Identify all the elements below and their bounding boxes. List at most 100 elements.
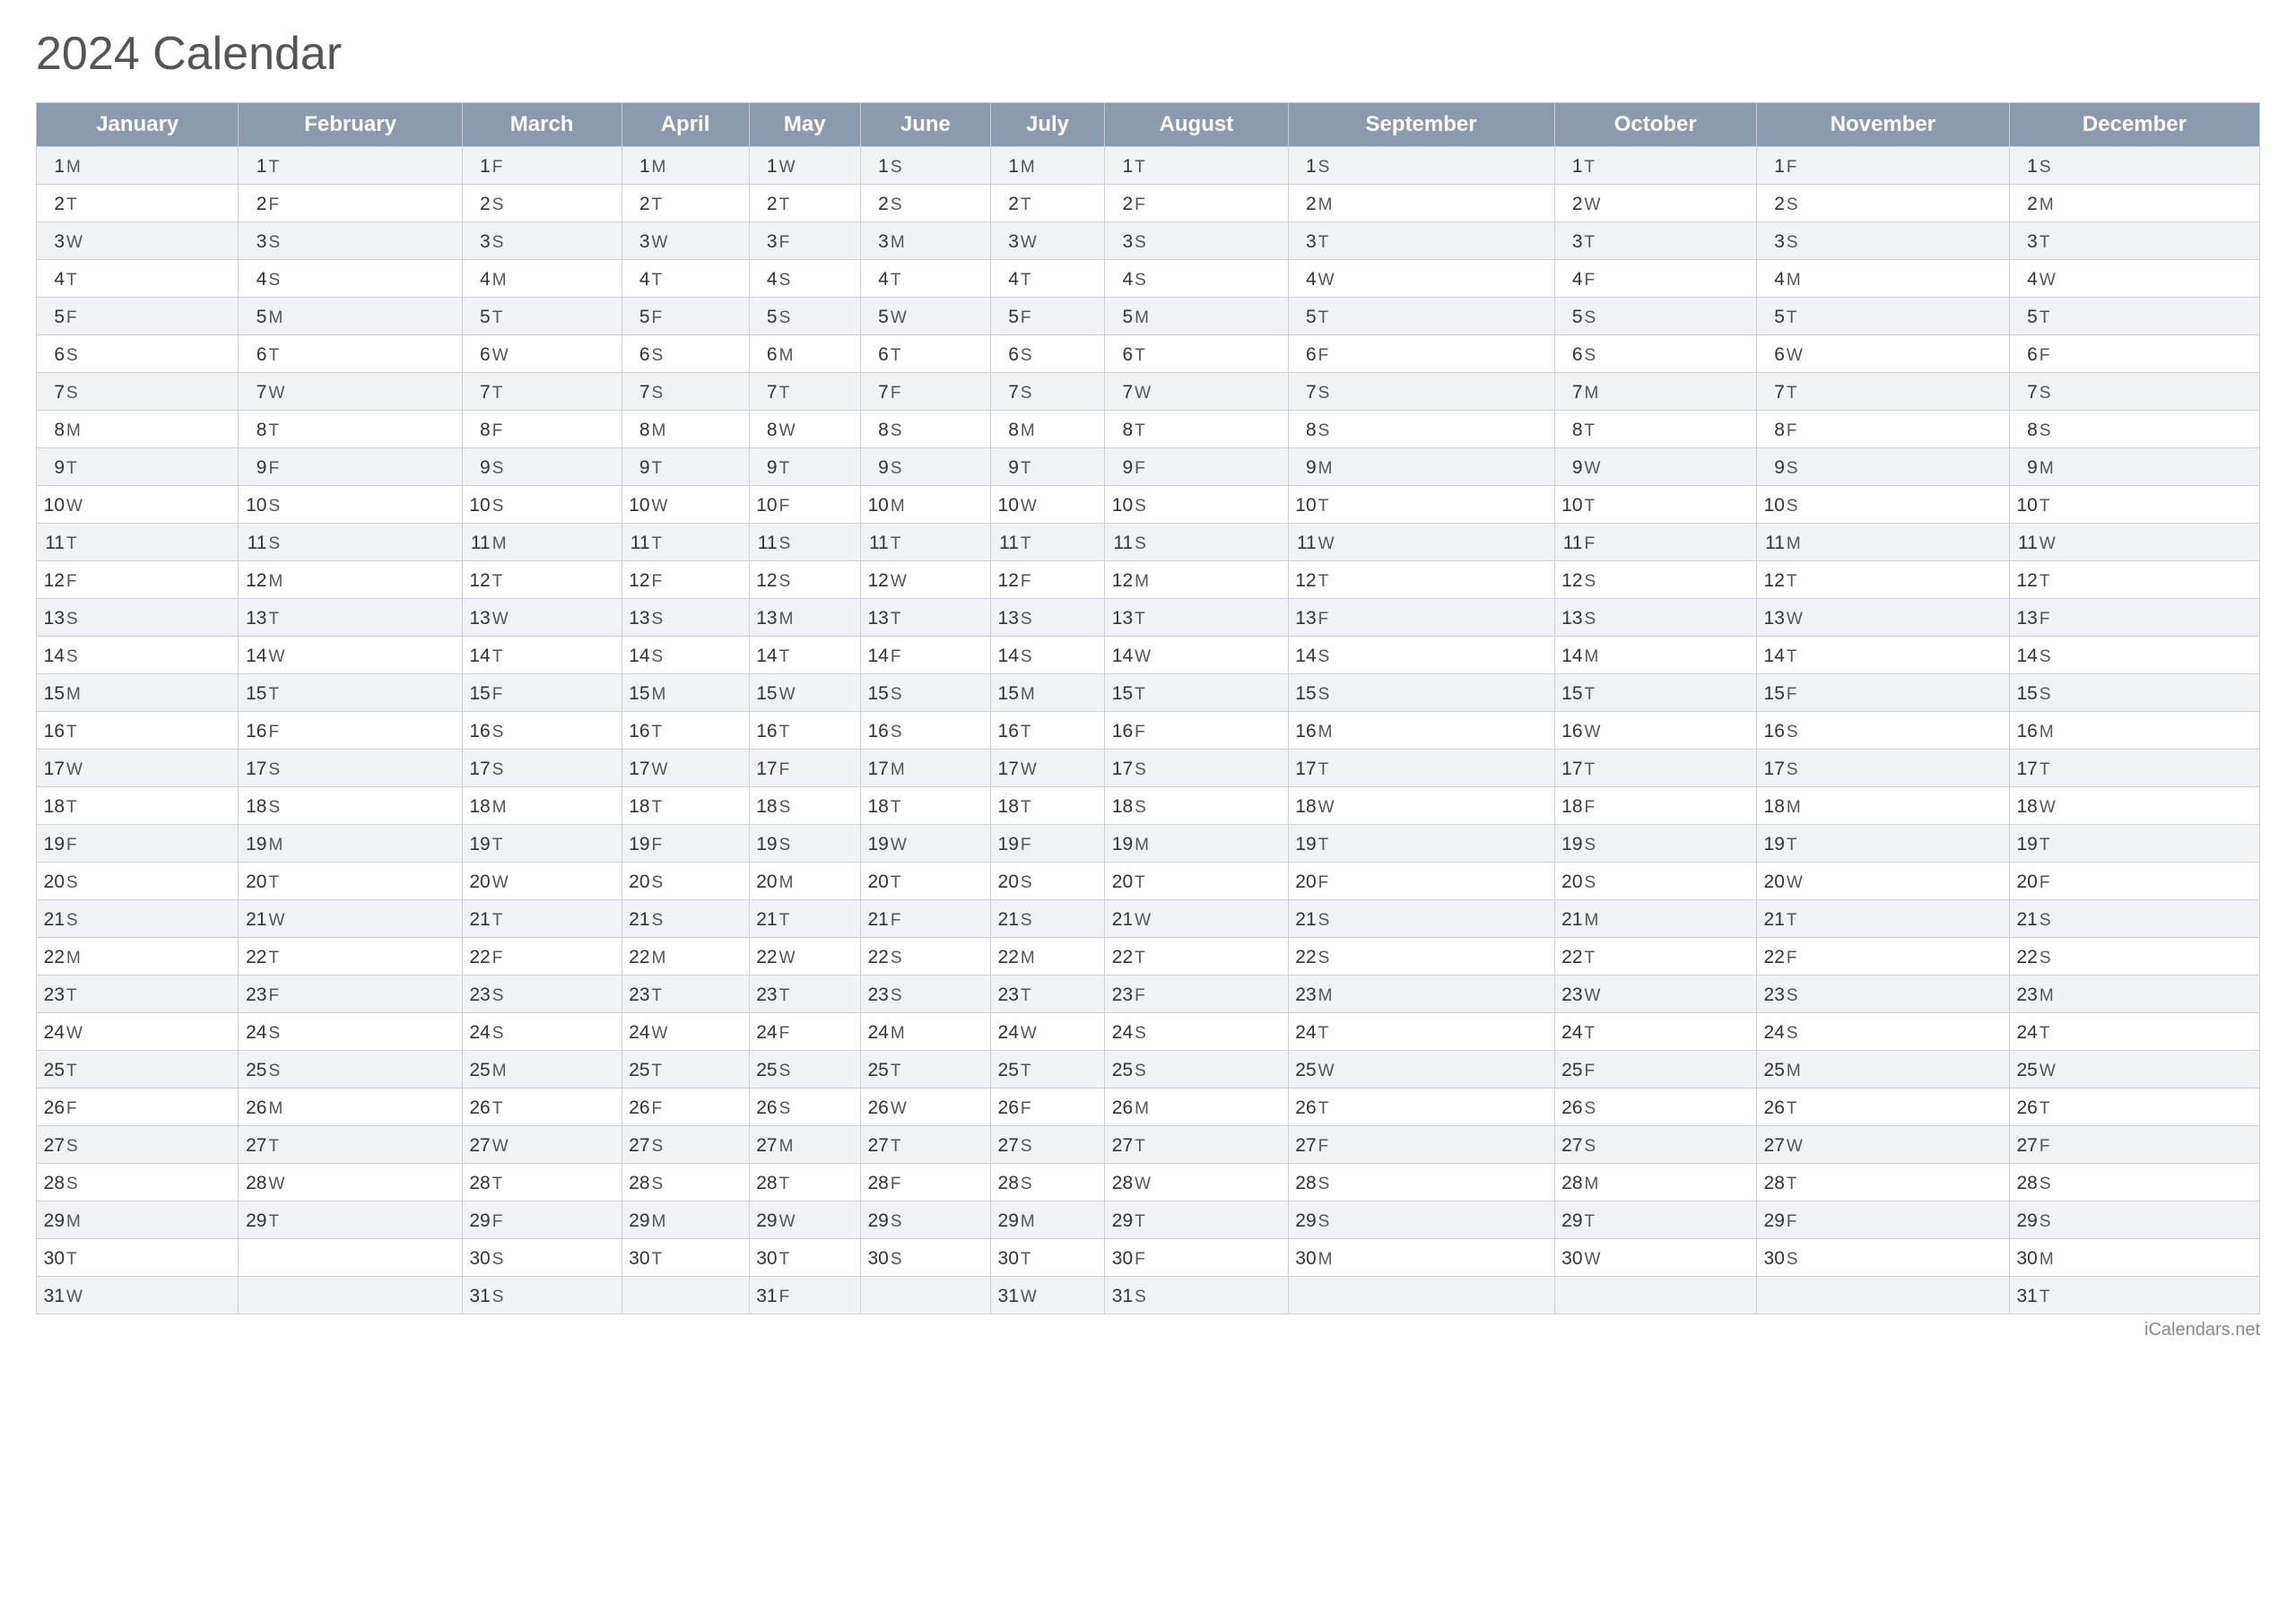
list-item: 3S: [239, 222, 462, 260]
list-item: 12S: [749, 561, 860, 599]
list-item: 15S: [1288, 674, 1554, 712]
list-item: 9T: [749, 448, 860, 486]
list-item: 27M: [749, 1126, 860, 1164]
list-item: 7W: [239, 373, 462, 411]
list-item: 21M: [1554, 900, 1756, 938]
table-row: 15M15T15F15M15W15S15M15T15S15T15F15S: [37, 674, 2260, 712]
list-item: 13F: [2009, 599, 2259, 637]
list-item: 29S: [1288, 1201, 1554, 1239]
list-item: 16S: [462, 712, 622, 750]
list-item: 3T: [1288, 222, 1554, 260]
list-item: 15T: [239, 674, 462, 712]
list-item: 26F: [622, 1089, 749, 1126]
list-item: 13F: [1288, 599, 1554, 637]
list-item: [622, 1277, 749, 1314]
list-item: 1S: [1288, 147, 1554, 185]
list-item: 9F: [239, 448, 462, 486]
list-item: 14S: [37, 637, 239, 674]
list-item: 14W: [239, 637, 462, 674]
list-item: 17S: [1105, 750, 1289, 787]
list-item: 24W: [622, 1013, 749, 1051]
list-item: 18W: [1288, 787, 1554, 825]
list-item: 23F: [239, 976, 462, 1013]
list-item: 30S: [860, 1239, 990, 1277]
list-item: 4T: [622, 260, 749, 298]
list-item: 27S: [622, 1126, 749, 1164]
list-item: 25W: [2009, 1051, 2259, 1089]
list-item: 26W: [860, 1089, 990, 1126]
list-item: 21W: [1105, 900, 1289, 938]
list-item: 21S: [37, 900, 239, 938]
table-row: 29M29T29F29M29W29S29M29T29S29T29F29S: [37, 1201, 2260, 1239]
list-item: 1M: [622, 147, 749, 185]
list-item: 25M: [1756, 1051, 2009, 1089]
list-item: 11T: [990, 524, 1104, 561]
list-item: [860, 1277, 990, 1314]
list-item: 27S: [990, 1126, 1104, 1164]
list-item: 17T: [1554, 750, 1756, 787]
list-item: 13S: [622, 599, 749, 637]
table-row: 17W17S17S17W17F17M17W17S17T17T17S17T: [37, 750, 2260, 787]
list-item: 16S: [1756, 712, 2009, 750]
list-item: 15S: [2009, 674, 2259, 712]
list-item: 5T: [1288, 298, 1554, 335]
list-item: 10T: [1554, 486, 1756, 524]
list-item: 4M: [462, 260, 622, 298]
list-item: 10T: [1288, 486, 1554, 524]
list-item: 23T: [990, 976, 1104, 1013]
list-item: 28W: [1105, 1164, 1289, 1201]
list-item: 27S: [37, 1126, 239, 1164]
list-item: 1T: [1554, 147, 1756, 185]
list-item: 16F: [239, 712, 462, 750]
list-item: 15T: [1105, 674, 1289, 712]
list-item: 28F: [860, 1164, 990, 1201]
list-item: 16T: [37, 712, 239, 750]
list-item: 3F: [749, 222, 860, 260]
list-item: 27F: [1288, 1126, 1554, 1164]
list-item: 8T: [1105, 411, 1289, 448]
list-item: 17W: [990, 750, 1104, 787]
list-item: 24S: [1756, 1013, 2009, 1051]
list-item: 29M: [990, 1201, 1104, 1239]
list-item: 25T: [990, 1051, 1104, 1089]
table-row: 6S6T6W6S6M6T6S6T6F6S6W6F: [37, 335, 2260, 373]
list-item: 10T: [2009, 486, 2259, 524]
list-item: 2S: [860, 185, 990, 222]
list-item: 20F: [2009, 863, 2259, 900]
list-item: 3S: [462, 222, 622, 260]
list-item: 9S: [462, 448, 622, 486]
list-item: 8F: [1756, 411, 2009, 448]
list-item: 26T: [2009, 1089, 2259, 1126]
list-item: 19T: [1756, 825, 2009, 863]
list-item: 5F: [37, 298, 239, 335]
list-item: 19F: [990, 825, 1104, 863]
list-item: 5M: [1105, 298, 1289, 335]
list-item: 7T: [462, 373, 622, 411]
list-item: 4T: [990, 260, 1104, 298]
list-item: 30T: [990, 1239, 1104, 1277]
list-item: 8S: [1288, 411, 1554, 448]
list-item: 17M: [860, 750, 990, 787]
list-item: 9T: [37, 448, 239, 486]
list-item: 13S: [37, 599, 239, 637]
list-item: 30S: [462, 1239, 622, 1277]
list-item: 12T: [462, 561, 622, 599]
list-item: 18F: [1554, 787, 1756, 825]
list-item: 11T: [37, 524, 239, 561]
list-item: 9M: [2009, 448, 2259, 486]
list-item: 15S: [860, 674, 990, 712]
list-item: 2F: [239, 185, 462, 222]
list-item: 18S: [239, 787, 462, 825]
list-item: 22F: [1756, 938, 2009, 976]
list-item: 26M: [1105, 1089, 1289, 1126]
list-item: 2T: [37, 185, 239, 222]
list-item: 13S: [990, 599, 1104, 637]
list-item: 1T: [239, 147, 462, 185]
list-item: 23T: [749, 976, 860, 1013]
list-item: 13W: [462, 599, 622, 637]
list-item: 26S: [749, 1089, 860, 1126]
list-item: 31F: [749, 1277, 860, 1314]
list-item: 21T: [749, 900, 860, 938]
list-item: 20T: [239, 863, 462, 900]
list-item: 10F: [749, 486, 860, 524]
